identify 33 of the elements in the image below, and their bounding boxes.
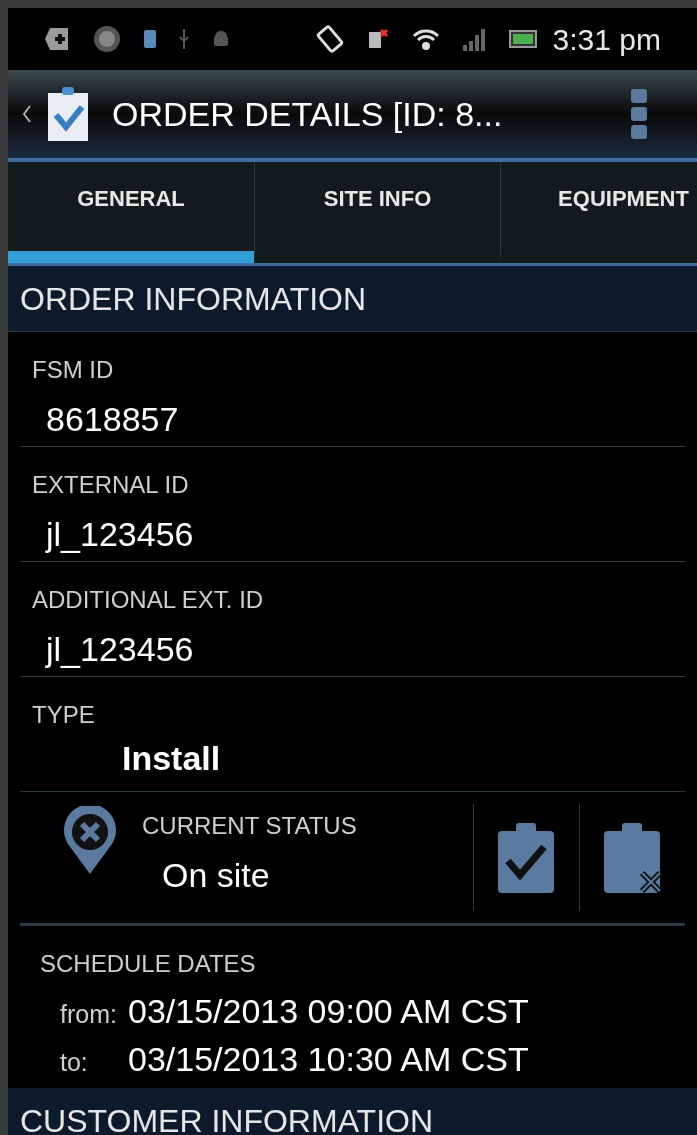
signal-icon	[462, 27, 487, 51]
clock-time: 3:31 pm	[552, 21, 661, 58]
clipboard-check-icon	[46, 85, 90, 143]
up-button[interactable]	[22, 85, 90, 143]
usb-icon	[178, 29, 190, 49]
field-value: Install	[122, 738, 222, 779]
date-prefix: from:	[60, 999, 118, 1030]
tab[interactable]: EQUIPMENT	[500, 162, 697, 263]
sim-card-icon	[144, 30, 156, 48]
status-value: On site	[162, 855, 271, 896]
field-value: jl_123456	[46, 629, 195, 670]
date-value: 03/15/2013 09:00 AM CST	[128, 991, 529, 1032]
section-header: ORDER INFORMATION	[8, 266, 697, 332]
field-value: 8618857	[46, 399, 180, 440]
section-header: CUSTOMER INFORMATION	[8, 1088, 697, 1135]
field-value: jl_123456	[46, 514, 195, 555]
overflow-menu-button[interactable]	[631, 89, 647, 139]
plus-icon	[44, 26, 70, 52]
clipboard-x-icon	[601, 820, 664, 895]
schedule-label: SCHEDULE DATES	[40, 949, 257, 979]
rotate-phone-icon	[314, 24, 345, 54]
date-prefix: to:	[60, 1047, 89, 1078]
field-label: TYPE	[32, 700, 96, 730]
field-label: ADDITIONAL EXT. ID	[32, 585, 265, 615]
field-label: FSM ID	[32, 355, 115, 385]
battery-icon	[508, 30, 537, 48]
field-label: EXTERNAL ID	[32, 470, 190, 500]
tab[interactable]: SITE INFO	[254, 162, 500, 263]
screen-title: ORDER DETAILS [ID: 8...	[112, 93, 503, 135]
back-caret-icon	[22, 104, 32, 124]
document-icon	[366, 28, 389, 50]
status-label: CURRENT STATUS	[142, 811, 358, 841]
date-value: 03/15/2013 10:30 AM CST	[128, 1039, 529, 1080]
